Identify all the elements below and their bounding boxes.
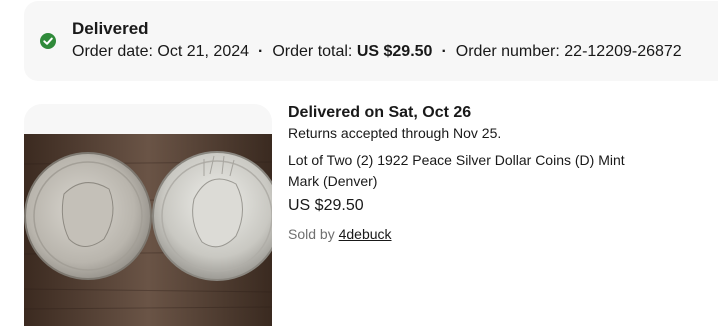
separator-dot: ·: [258, 43, 264, 60]
order-total-label: Order total:: [272, 43, 353, 60]
item-thumbnail[interactable]: [24, 104, 272, 326]
order-date-label: Order date:: [72, 43, 153, 60]
order-date-value: Oct 21, 2024: [157, 43, 250, 60]
seller-label: Sold by: [288, 226, 335, 242]
item-title-link[interactable]: Lot of Two (2) 1922 Peace Silver Dollar …: [288, 150, 648, 192]
seller-link[interactable]: 4debuck: [339, 226, 392, 242]
seller-info: Sold by 4debuck: [288, 226, 392, 242]
order-status-banner: Delivered Order date: Oct 21, 2024 · Order…: [24, 1, 718, 81]
check-circle-icon: [40, 33, 56, 49]
coin-photo-image: [24, 104, 272, 326]
order-number-value: 22-12209-26872: [564, 43, 682, 60]
separator-dot: ·: [441, 43, 447, 60]
item-price: US $29.50: [288, 197, 364, 214]
returns-note: Returns accepted through Nov 25.: [288, 125, 502, 141]
delivery-date-heading: Delivered on Sat, Oct 26: [288, 104, 472, 121]
order-status-title: Delivered: [72, 19, 149, 38]
order-details-page: Delivered Order date: Oct 21, 2024 · Order…: [0, 0, 718, 326]
order-summary-line: Order date: Oct 21, 2024 · Order total: US…: [72, 43, 682, 61]
order-number-label: Order number:: [455, 43, 560, 60]
order-total-value: US $29.50: [356, 43, 433, 60]
